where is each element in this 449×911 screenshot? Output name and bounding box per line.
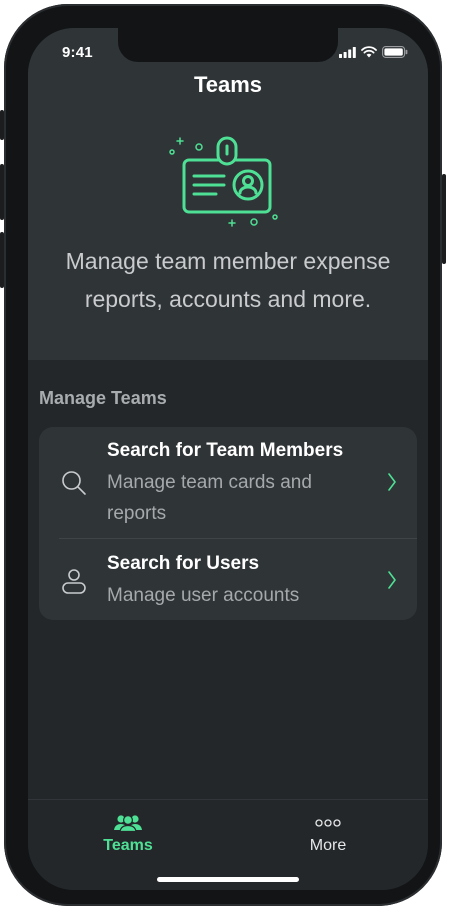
volume-down-button: [0, 232, 4, 288]
search-icon: [62, 471, 86, 495]
notch: [118, 28, 338, 62]
id-badge-icon: [169, 136, 278, 227]
device-frame: 9:41 Teams Manage team member expense re…: [0, 4, 446, 906]
search-team-members-row[interactable]: Search for Team Members Manage team card…: [39, 427, 417, 538]
tab-label-teams: Teams: [103, 837, 153, 854]
screen: 9:41 Teams Manage team member expense re…: [28, 28, 428, 890]
chevron-right-icon: [388, 473, 396, 491]
row-title: Search for Users: [107, 553, 260, 574]
home-indicator[interactable]: [157, 877, 299, 882]
section-label-manage-teams: Manage Teams: [39, 388, 167, 408]
hero-description: Manage team member expense reports, acco…: [65, 248, 391, 312]
team-icon: [114, 814, 142, 833]
search-users-row[interactable]: Search for Users Manage user accounts: [39, 539, 417, 620]
tab-more[interactable]: More: [268, 814, 388, 855]
more-icon: [315, 819, 341, 827]
mute-switch: [0, 110, 4, 140]
user-icon: [62, 569, 86, 594]
wifi-icon: [361, 46, 377, 58]
row-subtitle: Manage team cards and reports: [107, 472, 312, 524]
tab-teams[interactable]: Teams: [68, 814, 188, 855]
chevron-right-icon: [388, 571, 396, 589]
tab-label-more: More: [309, 837, 347, 854]
row-title: Search for Team Members: [107, 440, 344, 461]
volume-up-button: [0, 164, 4, 220]
battery-icon: [382, 46, 408, 58]
status-time: 9:41: [62, 44, 93, 61]
cellular-signal-icon: [339, 46, 356, 58]
row-subtitle: Manage user accounts: [107, 585, 300, 606]
manage-teams-card: Search for Team Members Manage team card…: [39, 427, 417, 620]
page-title: Teams: [193, 72, 263, 97]
power-button: [442, 174, 446, 264]
status-icons: [339, 46, 408, 58]
